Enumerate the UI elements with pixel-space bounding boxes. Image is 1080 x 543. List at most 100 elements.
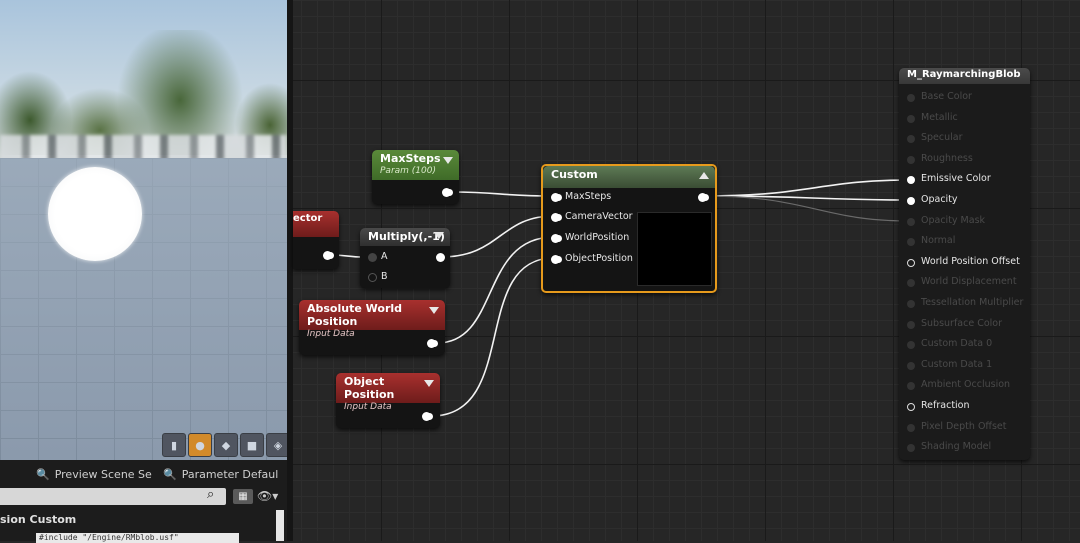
input-pin-a[interactable]: [368, 253, 377, 262]
input-pin[interactable]: [907, 94, 915, 102]
input-pin[interactable]: [907, 155, 915, 164]
preview-mesh-toolbar: ▮ ● ◆ ■ ◈: [162, 433, 287, 457]
output-pin[interactable]: [442, 188, 451, 197]
output-pin[interactable]: [436, 253, 445, 262]
chevron-down-icon[interactable]: [434, 232, 444, 239]
material-input-label: Shading Model: [921, 441, 992, 453]
node-camera-vector[interactable]: ector: [293, 211, 339, 269]
input-pin[interactable]: [907, 114, 915, 123]
material-input-label: Specular: [921, 132, 963, 144]
node-title: M_RaymarchingBlob: [907, 69, 1021, 80]
pin-label-a: A: [381, 251, 388, 262]
material-input-label: Tessellation Multiplier: [921, 297, 1024, 308]
input-pin[interactable]: [907, 444, 915, 453]
input-pin-worldposition[interactable]: [551, 234, 560, 243]
input-pin[interactable]: [907, 320, 915, 329]
output-pin[interactable]: [698, 193, 707, 202]
input-pin-b[interactable]: [368, 273, 377, 282]
material-input-label: Opacity: [921, 194, 958, 205]
input-pin-cameravector[interactable]: [551, 213, 560, 222]
code-field[interactable]: #include "/Engine/RMblob.usf": [36, 533, 239, 543]
input-pin[interactable]: [907, 135, 915, 144]
input-pin[interactable]: [907, 217, 915, 226]
material-input-label: Custom Data 1: [921, 358, 993, 370]
material-input-label: Base Color: [921, 91, 972, 102]
chevron-down-icon[interactable]: [424, 380, 434, 387]
output-pin[interactable]: [422, 412, 431, 421]
input-pin[interactable]: [907, 361, 915, 370]
node-multiply[interactable]: Multiply(,-1) A B: [360, 228, 450, 288]
node-header[interactable]: Multiply(,-1): [360, 228, 450, 246]
custom-mesh-icon[interactable]: ◈: [266, 433, 287, 457]
node-subtitle: Input Data: [344, 402, 392, 412]
node-maxsteps[interactable]: MaxSteps Param (100): [372, 150, 459, 204]
search-icon[interactable]: ⌕: [207, 487, 214, 502]
viewport-parked-cars: [0, 135, 287, 160]
input-pin[interactable]: [907, 279, 915, 288]
input-pin-maxsteps[interactable]: [551, 193, 560, 202]
input-pin[interactable]: [907, 423, 915, 432]
pin-label-worldposition: WorldPosition: [565, 232, 630, 243]
chevron-down-icon[interactable]: [443, 157, 453, 164]
node-material-result[interactable]: M_RaymarchingBlob Base Color Metallic Spec…: [899, 68, 1030, 460]
cube-icon[interactable]: ■: [240, 433, 264, 457]
node-header[interactable]: M_RaymarchingBlob: [899, 68, 1030, 84]
node-header[interactable]: Object Position Input Data: [336, 373, 440, 412]
node-header[interactable]: Custom: [543, 166, 715, 188]
tab-preview-scene-settings[interactable]: 🔍 Preview Scene Se: [36, 463, 152, 485]
viewport-ground-grid: [0, 158, 287, 460]
plane-icon[interactable]: ◆: [214, 433, 238, 457]
input-pin-objectposition[interactable]: [551, 255, 560, 264]
material-input-label: Subsurface Color: [921, 317, 1003, 329]
node-object-position[interactable]: Object Position Input Data: [336, 373, 440, 428]
eye-visibility-icon[interactable]: 👁▾: [257, 489, 278, 503]
chevron-down-icon[interactable]: [429, 307, 439, 314]
preview-sphere: [48, 167, 142, 261]
pin-label-cameravector: CameraVector: [565, 211, 633, 222]
node-header[interactable]: ector: [293, 211, 339, 237]
input-pin[interactable]: [907, 176, 915, 185]
node-title: Absolute World Position: [307, 302, 403, 328]
tab-label: Parameter Defaul: [181, 467, 279, 481]
material-input-label: Ambient Occlusion: [921, 379, 1011, 391]
material-input-label: Metallic: [921, 111, 958, 123]
node-custom[interactable]: Custom MaxSteps CameraVector WorldPositi…: [541, 164, 717, 293]
material-input-label: World Position Offset: [921, 255, 1020, 267]
input-pin[interactable]: [907, 403, 915, 411]
pin-label-maxsteps: MaxSteps: [565, 191, 612, 202]
details-search-row: ⌕ ▦ 👁▾: [0, 487, 287, 509]
output-pin[interactable]: [323, 251, 332, 260]
material-input-label: Refraction: [921, 400, 970, 411]
material-input-label: Emissive Color: [921, 173, 991, 185]
node-title: Object Position: [344, 375, 395, 401]
input-pin[interactable]: [907, 382, 915, 391]
preview-viewport[interactable]: ▮ ● ◆ ■ ◈: [0, 0, 287, 460]
input-pin[interactable]: [907, 238, 915, 247]
node-absolute-world-position[interactable]: Absolute World Position Input Data: [299, 300, 445, 355]
cylinder-icon[interactable]: ▮: [162, 433, 186, 457]
input-pin[interactable]: [907, 258, 915, 267]
output-pin[interactable]: [427, 339, 436, 348]
material-input-label: Opacity Mask: [921, 214, 986, 226]
node-header[interactable]: MaxSteps Param (100): [372, 150, 459, 180]
pin-label-b: B: [381, 271, 388, 282]
input-pin[interactable]: [907, 197, 915, 205]
details-scrollbar[interactable]: [276, 510, 284, 541]
node-title: MaxSteps: [380, 152, 441, 165]
material-input-label: World Displacement: [921, 276, 1017, 288]
panel-tabs: 🔍 Preview Scene Se 🔍 Parameter Defaul: [0, 463, 287, 485]
node-subtitle: Param (100): [380, 166, 436, 176]
material-input-label: Custom Data 0: [921, 338, 993, 350]
details-search-input[interactable]: [0, 488, 226, 505]
node-subtitle: Input Data: [307, 329, 355, 339]
material-input-label: Normal: [921, 235, 956, 247]
node-preview-thumbnail: [637, 212, 712, 286]
sphere-icon[interactable]: ●: [188, 433, 212, 457]
tab-parameter-defaults[interactable]: 🔍 Parameter Defaul: [163, 463, 278, 485]
grid-view-icon[interactable]: ▦: [233, 489, 253, 504]
tab-label: Preview Scene Se: [54, 467, 152, 481]
node-header[interactable]: Absolute World Position Input Data: [299, 300, 445, 339]
input-pin[interactable]: [907, 300, 915, 308]
chevron-up-icon[interactable]: [699, 172, 709, 179]
input-pin[interactable]: [907, 341, 915, 350]
